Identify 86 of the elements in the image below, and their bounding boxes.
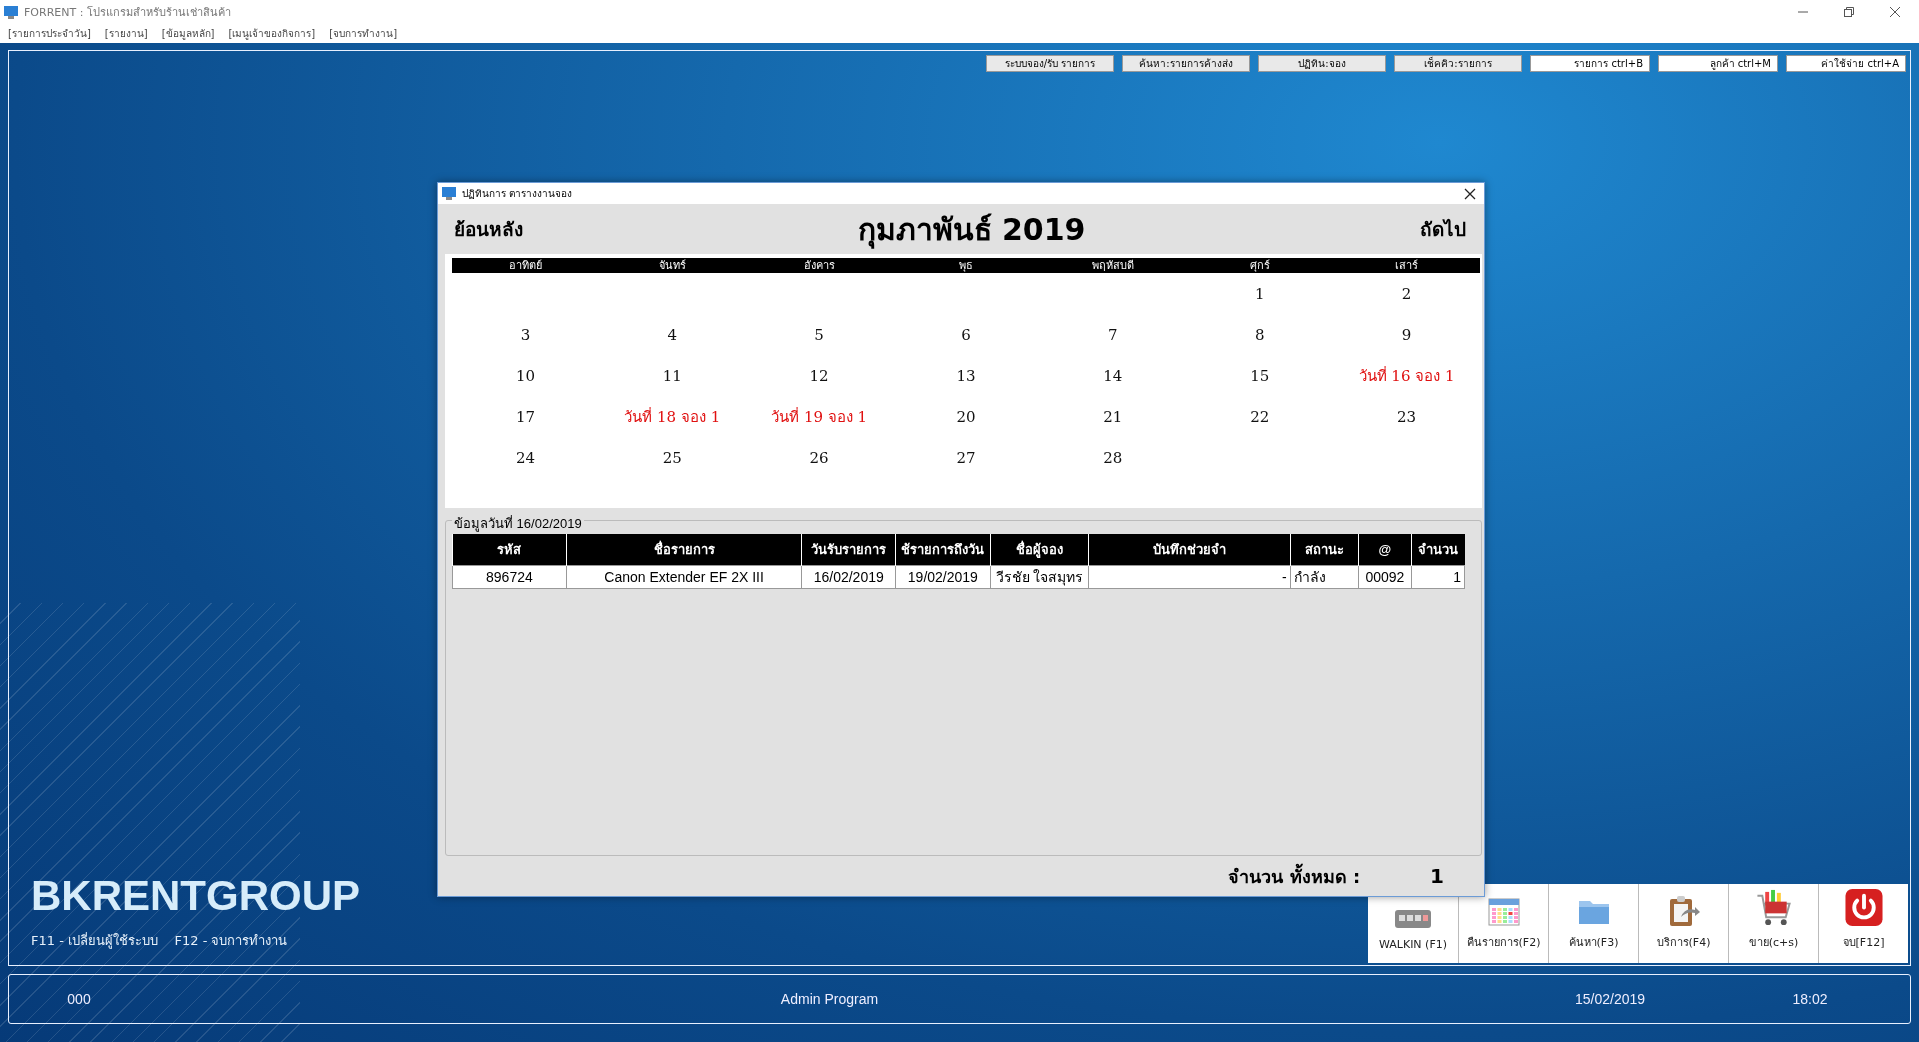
calendar-day[interactable]: 1 [1186, 273, 1334, 314]
calendar-day[interactable]: 7 [1039, 314, 1187, 355]
table-cell: 1 [1411, 565, 1465, 589]
calendar-day[interactable]: 2 [1333, 273, 1480, 314]
calendar-day[interactable]: 10 [452, 355, 599, 396]
close-icon [1464, 187, 1476, 200]
table-cell: 19/02/2019 [895, 565, 991, 589]
booked-day[interactable]: วันที่ 16 จอง 1 [1333, 355, 1480, 396]
column-header[interactable]: รหัส [452, 534, 567, 566]
table-cell: 896724 [452, 565, 567, 589]
column-header[interactable]: วันรับรายการ [801, 534, 896, 566]
menu-item[interactable]: [รายงาน] [104, 26, 148, 41]
calendar-day[interactable]: 26 [745, 437, 893, 478]
calendar-day[interactable]: 15 [1186, 355, 1334, 396]
weekday-header: ศุกร์ [1186, 258, 1334, 273]
weekday-header: จันทร์ [598, 258, 746, 273]
next-month-link[interactable]: ถัดไป [1420, 214, 1466, 244]
status-date: 15/02/2019 [1573, 991, 1647, 1007]
status-code: 000 [66, 991, 92, 1007]
calendar-day[interactable]: 17 [452, 396, 599, 437]
shopping-cart-icon [1754, 888, 1793, 927]
booked-day[interactable]: วันที่ 19 จอง 1 [745, 396, 893, 437]
monitor-icon [4, 5, 18, 19]
close-icon [1890, 7, 1900, 17]
previous-month-link[interactable]: ย้อนหลัง [454, 214, 523, 244]
menu-item[interactable]: [เมนูเจ้าของกิจการ] [228, 26, 316, 41]
calendar-day[interactable]: 20 [892, 396, 1040, 437]
toolbar-button[interactable]: เช็คคิว:รายการ [1394, 55, 1522, 72]
toolbar-button[interactable]: ระบบจอง/รับ รายการ [986, 55, 1114, 72]
table-cell: 00092 [1358, 565, 1412, 589]
weekday-header: พฤหัสบดี [1039, 258, 1187, 273]
calendar-day[interactable]: 6 [892, 314, 1040, 355]
calendar-day[interactable]: 25 [598, 437, 746, 478]
status-user: Admin Program [779, 991, 880, 1007]
toolbar-button[interactable]: ลูกค้า ctrl+M [1658, 55, 1778, 72]
calendar-day[interactable]: 8 [1186, 314, 1334, 355]
dialog-title: ปฏิทินการ ตารางงานจอง [462, 187, 574, 201]
calendar-icon [1487, 897, 1520, 927]
calendar-day[interactable]: 11 [598, 355, 746, 396]
month-title: กุมภาพันธ์ 2019 [857, 210, 1086, 251]
column-header[interactable]: สถานะ [1290, 534, 1359, 566]
power-icon [1843, 888, 1884, 927]
weekday-header: เสาร์ [1333, 258, 1480, 273]
calendar-day[interactable]: 14 [1039, 355, 1187, 396]
table-cell: 16/02/2019 [801, 565, 896, 589]
status-time: 18:02 [1791, 991, 1829, 1007]
calendar-day[interactable]: 13 [892, 355, 1040, 396]
toolbar-button[interactable]: ค้นหา:รายการค้างส่ง [1122, 55, 1250, 72]
window-title: FORRENT : โปรแกรมสำหรับร้านเช่าสินค้า [24, 5, 232, 21]
calendar-day[interactable]: 9 [1333, 314, 1480, 355]
weekday-header: อาทิตย์ [452, 258, 599, 273]
brand-name: BKRENTGROUP [31, 872, 360, 920]
calendar-day[interactable]: 22 [1186, 396, 1334, 437]
toolbar-button[interactable]: รายการ ctrl+B [1530, 55, 1650, 72]
calendar-day[interactable]: 5 [745, 314, 893, 355]
booked-day[interactable]: วันที่ 18 จอง 1 [598, 396, 746, 437]
column-header[interactable]: ชื่อรายการ [566, 534, 802, 566]
monitor-icon [442, 187, 456, 200]
toolbar-button[interactable]: ปฏิทิน:จอง [1258, 55, 1386, 72]
calendar-day[interactable]: 27 [892, 437, 1040, 478]
table-cell: กำลัง [1290, 565, 1359, 589]
restore-icon [1844, 7, 1854, 17]
calendar-day[interactable]: 3 [452, 314, 599, 355]
column-header[interactable]: @ [1358, 534, 1412, 566]
group-label: ข้อมูลวันที่ 16/02/2019 [452, 513, 584, 534]
menu-item[interactable]: [ข้อมูลหลัก] [161, 26, 215, 41]
total-label: จำนวน ทั้งหมด : [1228, 862, 1361, 889]
weekday-header: พุธ [892, 258, 1040, 273]
table-cell: - [1088, 565, 1291, 589]
calendar-day[interactable]: 4 [598, 314, 746, 355]
weekday-header: อังคาร [745, 258, 893, 273]
calendar-day[interactable]: 12 [745, 355, 893, 396]
column-header[interactable]: ชื่อผู้จอง [990, 534, 1089, 566]
column-header[interactable]: บันทึกช่วยจำ [1088, 534, 1291, 566]
menu-item[interactable]: [รายการประจำวัน] [8, 26, 91, 41]
toolbar-button[interactable]: ค่าใช้จ่าย ctrl+A [1786, 55, 1906, 72]
column-header[interactable]: ช้รายการถึงวัน [895, 534, 991, 566]
table-cell: Canon Extender EF 2X III [566, 565, 802, 589]
table-cell: วีรชัย ใจสมุทร [990, 565, 1089, 589]
calendar-day[interactable]: 24 [452, 437, 599, 478]
calendar-day[interactable]: 23 [1333, 396, 1480, 437]
calendar-day[interactable]: 28 [1039, 437, 1187, 478]
column-header[interactable]: จำนวน [1411, 534, 1465, 566]
menu-item[interactable]: [จบการทำงาน] [329, 26, 398, 41]
hotkey-hint: F11 - เปลี่ยนผู้ใช้ระบบ F12 - จบการทำงาน [31, 931, 289, 951]
calendar-day[interactable]: 21 [1039, 396, 1187, 437]
